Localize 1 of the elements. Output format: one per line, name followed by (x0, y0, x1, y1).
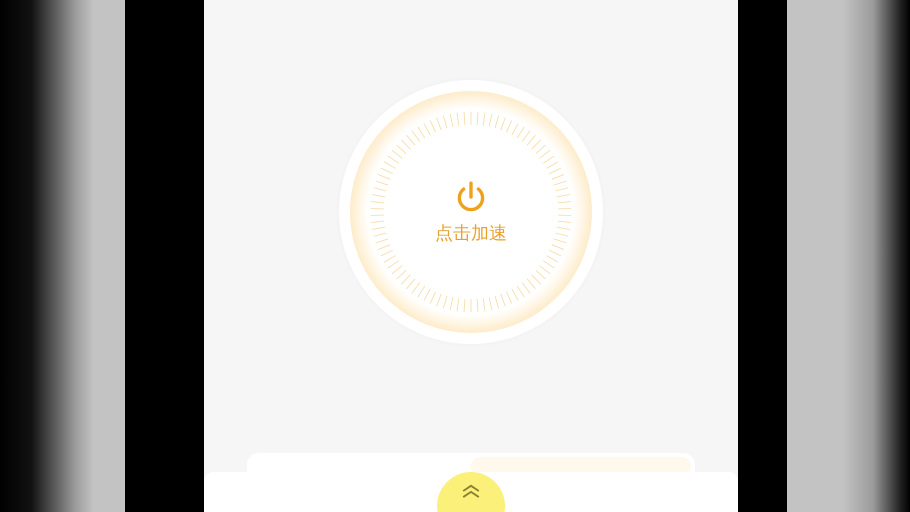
accelerate-button[interactable]: 点击加速 (435, 179, 507, 245)
